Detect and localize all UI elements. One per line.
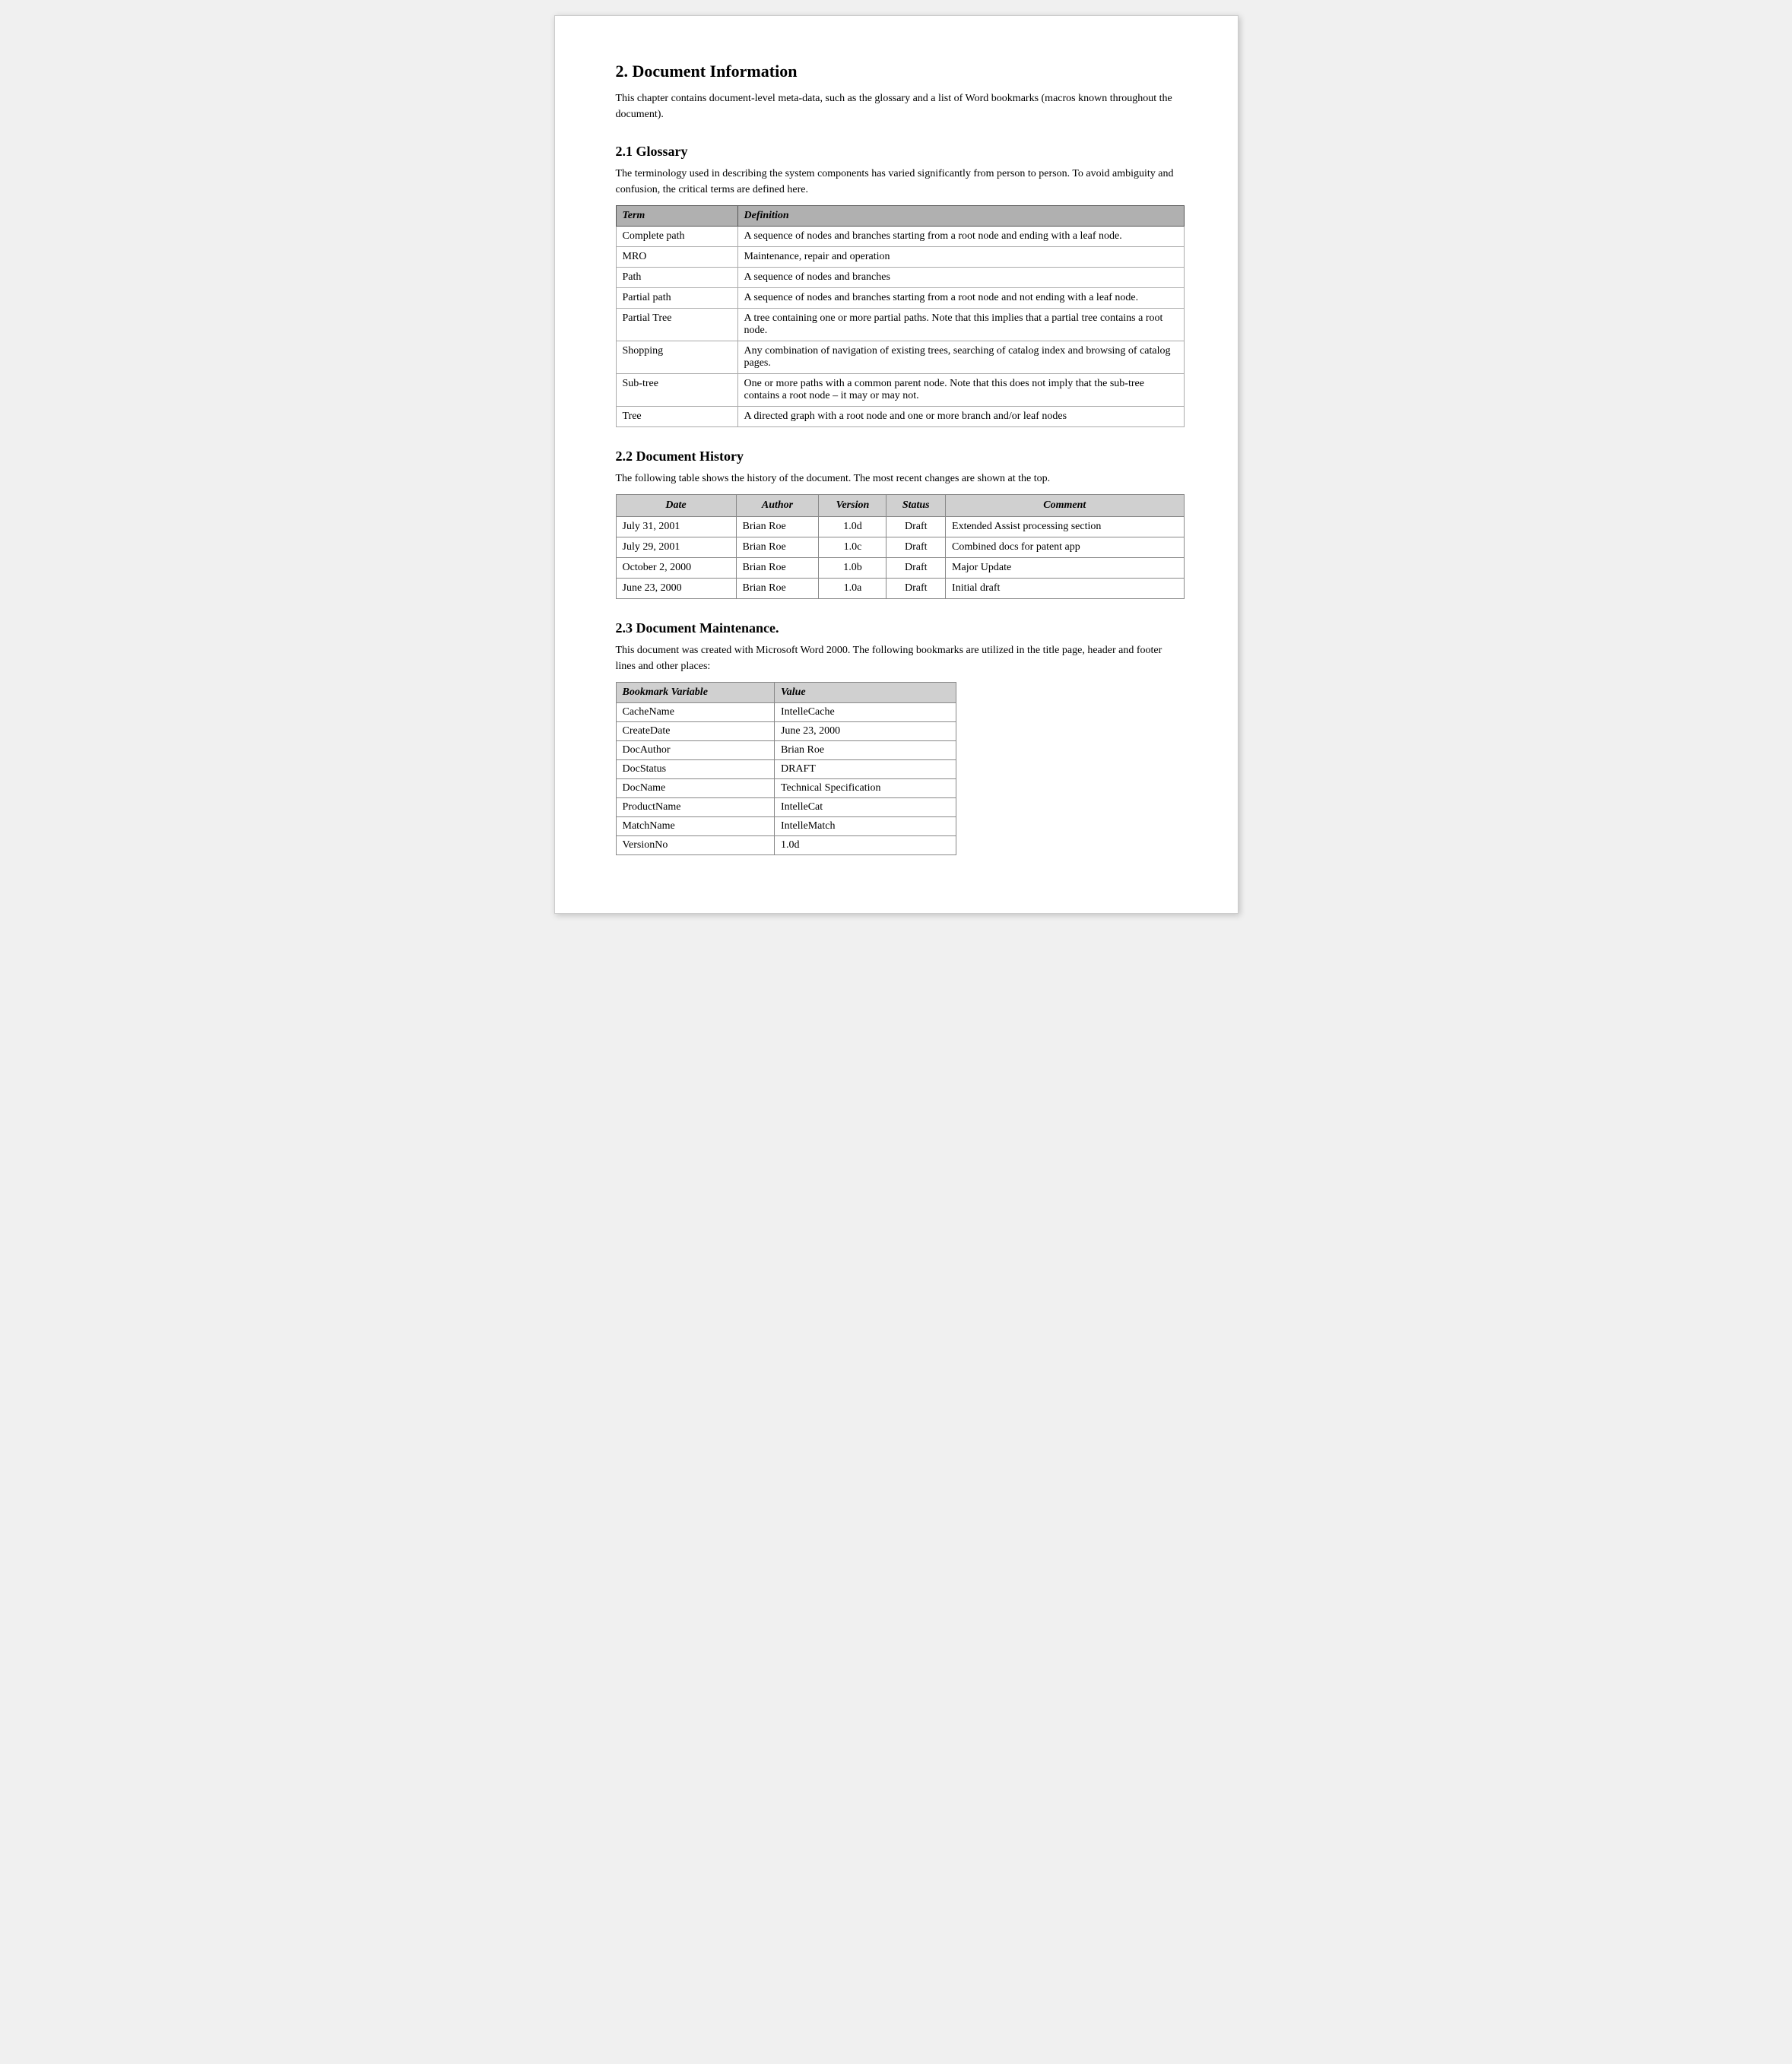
bookmark-cell: IntelleMatch (774, 817, 956, 836)
history-cell: Major Update (946, 558, 1184, 579)
section2-1-intro: The terminology used in describing the s… (616, 166, 1185, 198)
table-row: July 31, 2001Brian Roe1.0dDraftExtended … (616, 517, 1184, 537)
bookmark-cell: DocStatus (616, 760, 774, 779)
table-row: Complete pathA sequence of nodes and bra… (616, 227, 1184, 247)
history-cell: 1.0d (819, 517, 886, 537)
history-cell: Draft (886, 558, 946, 579)
history-cell: July 29, 2001 (616, 537, 736, 558)
history-cell: Draft (886, 579, 946, 599)
bookmark-cell: VersionNo (616, 836, 774, 855)
glossary-definition: One or more paths with a common parent n… (737, 374, 1184, 407)
bookmark-cell: MatchName (616, 817, 774, 836)
table-row: Partial TreeA tree containing one or mor… (616, 309, 1184, 341)
table-row: VersionNo1.0d (616, 836, 956, 855)
table-row: CreateDateJune 23, 2000 (616, 722, 956, 741)
table-row: October 2, 2000Brian Roe1.0bDraftMajor U… (616, 558, 1184, 579)
table-row: DocAuthorBrian Roe (616, 741, 956, 760)
glossary-definition: A tree containing one or more partial pa… (737, 309, 1184, 341)
history-table: DateAuthorVersionStatusComment July 31, … (616, 494, 1185, 599)
history-col-header: Comment (946, 495, 1184, 517)
glossary-definition: A sequence of nodes and branches startin… (737, 288, 1184, 309)
glossary-definition: A sequence of nodes and branches startin… (737, 227, 1184, 247)
table-row: July 29, 2001Brian Roe1.0cDraftCombined … (616, 537, 1184, 558)
document-page: 2. Document Information This chapter con… (554, 15, 1239, 914)
bookmark-cell: 1.0d (774, 836, 956, 855)
section2-intro: This chapter contains document-level met… (616, 90, 1185, 122)
glossary-table: Term Definition Complete pathA sequence … (616, 205, 1185, 427)
section2-1-heading: 2.1 Glossary (616, 144, 1185, 160)
glossary-term: Complete path (616, 227, 737, 247)
history-cell: Brian Roe (736, 579, 819, 599)
bookmark-cell: CacheName (616, 703, 774, 722)
table-row: ShoppingAny combination of navigation of… (616, 341, 1184, 374)
bookmark-table: Bookmark VariableValue CacheNameIntelleC… (616, 682, 957, 855)
table-row: DocStatusDRAFT (616, 760, 956, 779)
history-cell: Brian Roe (736, 558, 819, 579)
glossary-col-definition: Definition (737, 206, 1184, 227)
glossary-term: MRO (616, 247, 737, 268)
glossary-term: Partial path (616, 288, 737, 309)
glossary-term: Shopping (616, 341, 737, 374)
table-row: Sub-treeOne or more paths with a common … (616, 374, 1184, 407)
history-cell: 1.0a (819, 579, 886, 599)
bookmark-cell: DocName (616, 779, 774, 798)
bookmark-col-header: Value (774, 683, 956, 703)
history-cell: 1.0b (819, 558, 886, 579)
table-row: June 23, 2000Brian Roe1.0aDraftInitial d… (616, 579, 1184, 599)
history-cell: Draft (886, 537, 946, 558)
bookmark-cell: Technical Specification (774, 779, 956, 798)
table-row: TreeA directed graph with a root node an… (616, 407, 1184, 427)
bookmark-cell: CreateDate (616, 722, 774, 741)
glossary-term: Partial Tree (616, 309, 737, 341)
glossary-term: Tree (616, 407, 737, 427)
bookmark-cell: June 23, 2000 (774, 722, 956, 741)
history-cell: Brian Roe (736, 537, 819, 558)
glossary-col-term: Term (616, 206, 737, 227)
history-col-header: Version (819, 495, 886, 517)
table-row: CacheNameIntelleCache (616, 703, 956, 722)
bookmark-col-header: Bookmark Variable (616, 683, 774, 703)
bookmark-cell: DRAFT (774, 760, 956, 779)
history-col-header: Date (616, 495, 736, 517)
history-col-header: Author (736, 495, 819, 517)
bookmark-cell: Brian Roe (774, 741, 956, 760)
history-cell: July 31, 2001 (616, 517, 736, 537)
history-cell: June 23, 2000 (616, 579, 736, 599)
history-cell: Extended Assist processing section (946, 517, 1184, 537)
bookmark-cell: ProductName (616, 798, 774, 817)
section2-3-intro: This document was created with Microsoft… (616, 642, 1185, 674)
table-row: PathA sequence of nodes and branches (616, 268, 1184, 288)
history-cell: Draft (886, 517, 946, 537)
table-row: MROMaintenance, repair and operation (616, 247, 1184, 268)
table-row: ProductNameIntelleCat (616, 798, 956, 817)
history-cell: Combined docs for patent app (946, 537, 1184, 558)
bookmark-cell: DocAuthor (616, 741, 774, 760)
table-row: DocNameTechnical Specification (616, 779, 956, 798)
glossary-definition: Maintenance, repair and operation (737, 247, 1184, 268)
history-cell: Initial draft (946, 579, 1184, 599)
bookmark-cell: IntelleCache (774, 703, 956, 722)
glossary-term: Sub-tree (616, 374, 737, 407)
section2-2-heading: 2.2 Document History (616, 449, 1185, 464)
glossary-term: Path (616, 268, 737, 288)
glossary-definition: A sequence of nodes and branches (737, 268, 1184, 288)
history-cell: 1.0c (819, 537, 886, 558)
glossary-definition: Any combination of navigation of existin… (737, 341, 1184, 374)
table-row: Partial pathA sequence of nodes and bran… (616, 288, 1184, 309)
section2-3-heading: 2.3 Document Maintenance. (616, 620, 1185, 636)
history-cell: Brian Roe (736, 517, 819, 537)
section2-2-intro: The following table shows the history of… (616, 471, 1185, 487)
glossary-definition: A directed graph with a root node and on… (737, 407, 1184, 427)
history-cell: October 2, 2000 (616, 558, 736, 579)
bookmark-cell: IntelleCat (774, 798, 956, 817)
section2-heading: 2. Document Information (616, 62, 1185, 81)
table-row: MatchNameIntelleMatch (616, 817, 956, 836)
history-col-header: Status (886, 495, 946, 517)
